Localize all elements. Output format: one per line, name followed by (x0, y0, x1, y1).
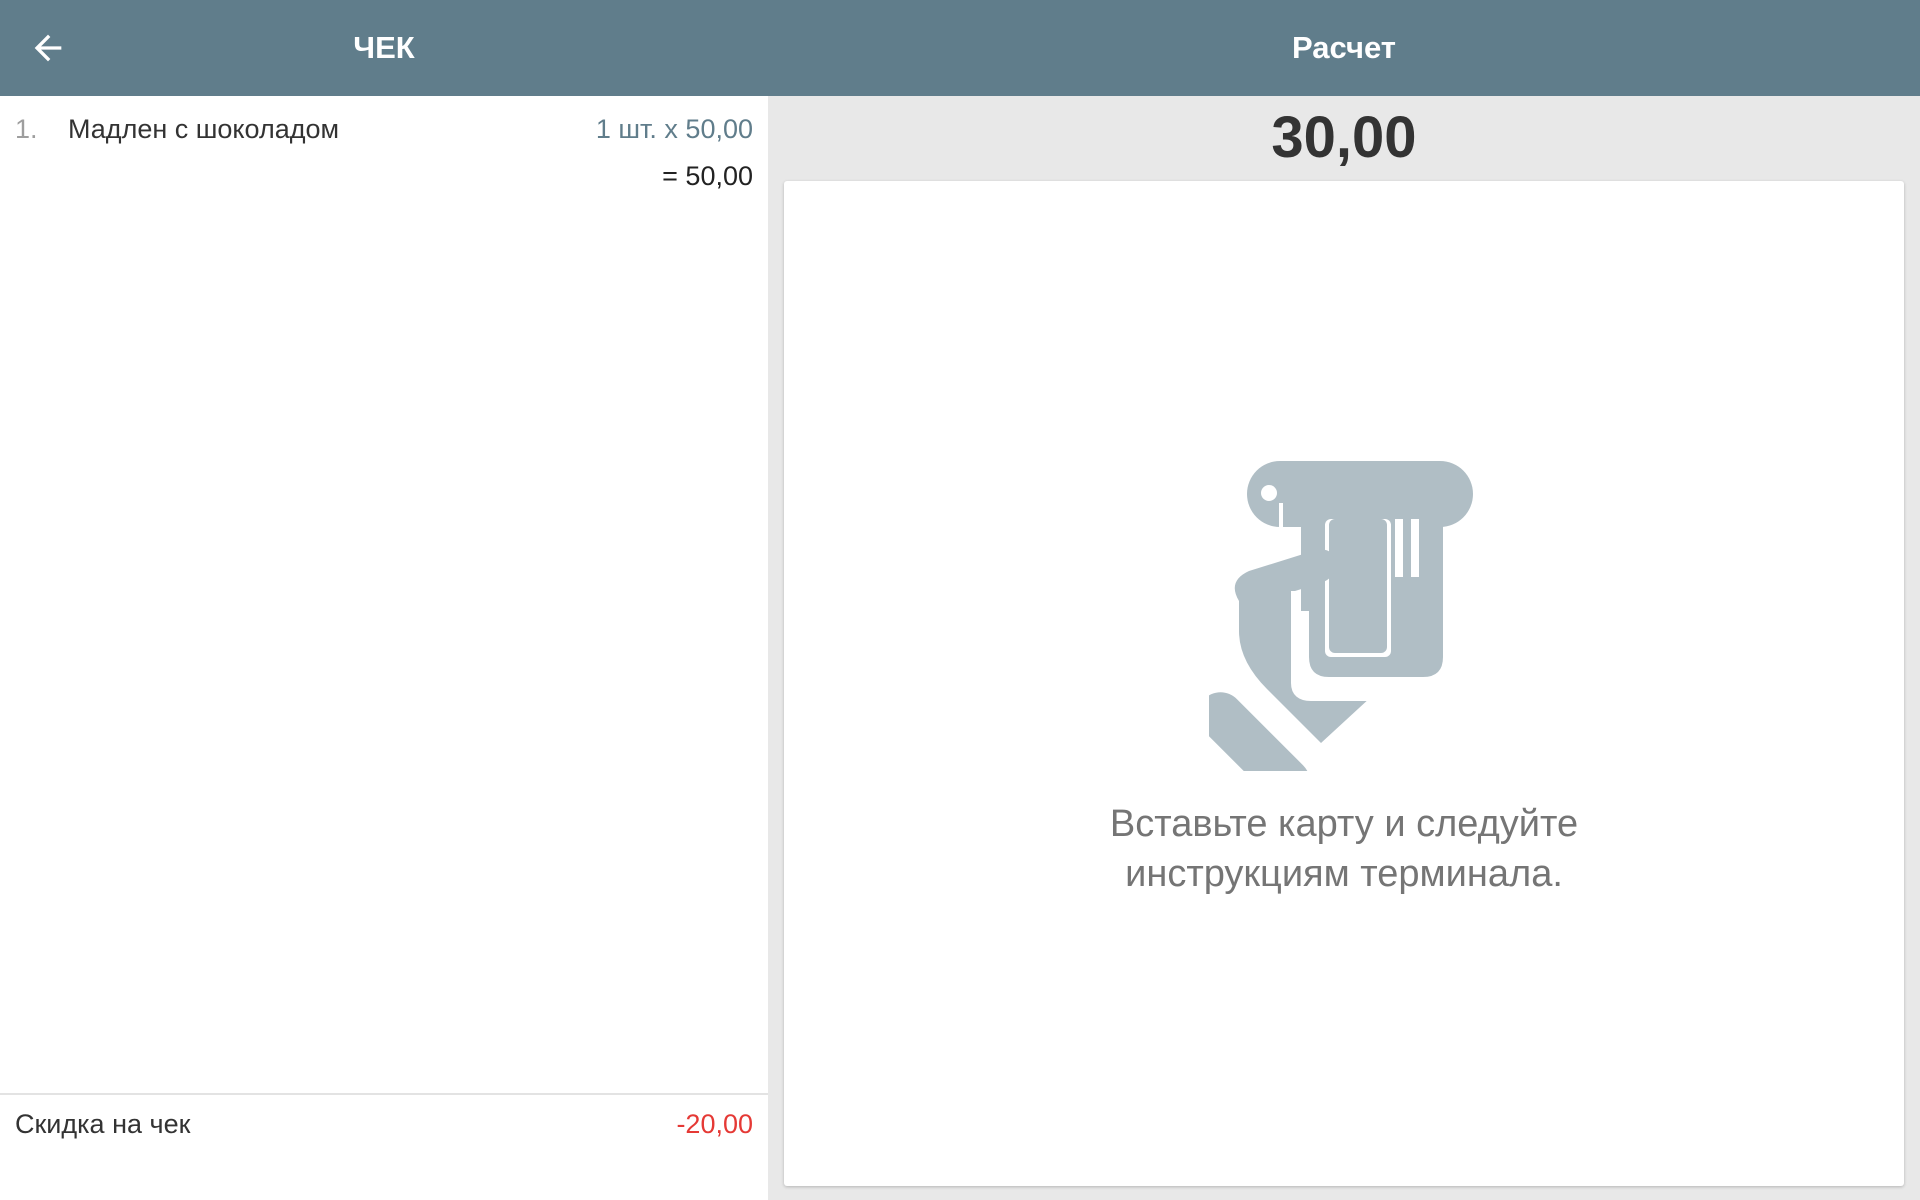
terminal-instructions-card: Вставьте карту и следуйте инструкциям те… (784, 181, 1904, 1186)
discount-value: -20,00 (676, 1109, 753, 1139)
payment-amount: 30,00 (1271, 105, 1417, 170)
item-name: Мадлен с шоколадом (68, 114, 340, 144)
discount-label: Скидка на чек (15, 1109, 191, 1139)
terminal-instructions: Вставьте карту и следуйте инструкциям те… (1109, 803, 1579, 895)
receipt-title: ЧЕК (353, 30, 415, 65)
app-header: ЧЕК Расчет (0, 0, 1920, 96)
item-quantity-price: 1 шт. x 50,00 (595, 114, 753, 144)
receipt-discount-row: Скидка на чек -20,00 (0, 1093, 768, 1200)
payment-panel: 30,00 Вставьте карту и следуйте инструкц… (768, 96, 1920, 1200)
payment-title: Расчет (1292, 30, 1396, 65)
receipt-item[interactable]: 1. Мадлен с шоколадом 1 шт. x 50,00 = 50… (0, 96, 768, 206)
receipt-panel: 1. Мадлен с шоколадом 1 шт. x 50,00 = 50… (0, 96, 768, 1200)
item-index: 1. (15, 114, 38, 144)
item-total: = 50,00 (662, 161, 753, 191)
card-terminal-hand-icon (1209, 461, 1473, 771)
